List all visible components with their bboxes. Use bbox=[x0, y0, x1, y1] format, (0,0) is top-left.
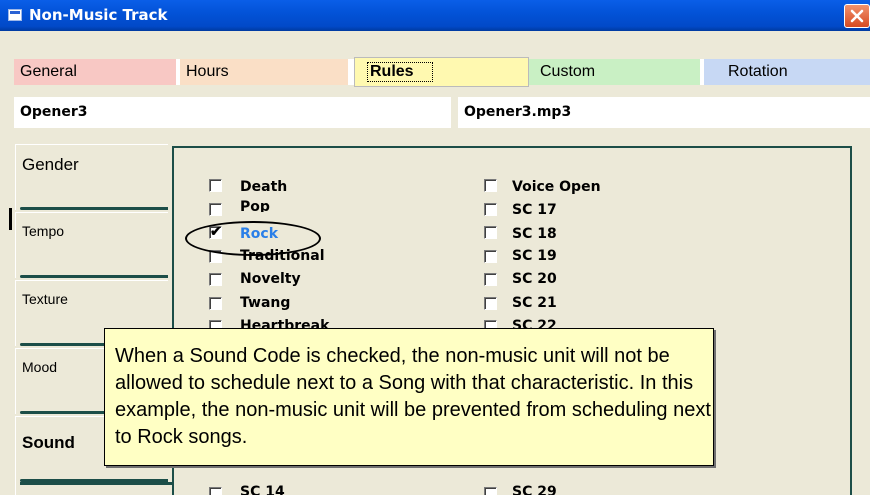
checkbox-sc-20[interactable] bbox=[484, 273, 504, 287]
tab-rotation[interactable]: Rotation bbox=[704, 59, 870, 85]
checkbox-label-novelty: Novelty bbox=[240, 271, 301, 287]
checkbox-box bbox=[484, 297, 497, 310]
checkbox-label-sc-18: SC 18 bbox=[512, 226, 557, 242]
checkbox-label-sc-19: SC 19 bbox=[512, 248, 557, 264]
checkbox-box bbox=[484, 273, 497, 286]
checkbox-death[interactable] bbox=[209, 179, 229, 193]
checkbox-label-sc-29: SC 29 bbox=[512, 484, 557, 495]
checkbox-box bbox=[484, 179, 497, 192]
checkbox-label-sc-14: SC 14 bbox=[240, 484, 285, 495]
track-filename-field[interactable]: Opener3.mp3 bbox=[458, 97, 870, 128]
checkbox-box bbox=[209, 179, 222, 192]
checkbox-box bbox=[484, 250, 497, 263]
title-bar[interactable]: Non-Music Track bbox=[0, 0, 870, 31]
tab-rules[interactable]: Rules bbox=[354, 57, 529, 87]
checkbox-sc-19[interactable] bbox=[484, 250, 504, 264]
tab-custom[interactable]: Custom bbox=[528, 59, 706, 85]
checkbox-box bbox=[209, 203, 222, 216]
checkbox-box bbox=[484, 203, 497, 216]
side-tab-tempo[interactable]: Tempo bbox=[15, 212, 168, 278]
checkbox-sc-29[interactable] bbox=[484, 487, 504, 495]
close-icon bbox=[850, 9, 864, 23]
checkbox-sc-18[interactable] bbox=[484, 226, 504, 240]
checkbox-box bbox=[484, 487, 497, 495]
explanation-callout: When a Sound Code is checked, the non-mu… bbox=[104, 328, 714, 466]
checkbox-label-twang: Twang bbox=[240, 295, 291, 311]
tab-general[interactable]: General bbox=[14, 59, 184, 85]
non-music-track-window: Non-Music Track General Hours Custom Rot… bbox=[0, 0, 870, 495]
checkbox-sc-14[interactable] bbox=[209, 487, 229, 495]
checkbox-pop[interactable] bbox=[209, 203, 229, 217]
checkbox-box bbox=[209, 273, 222, 286]
checkbox-sc-17[interactable] bbox=[484, 203, 504, 217]
checkbox-label-death: Death bbox=[240, 179, 288, 195]
cursor-marker bbox=[9, 208, 12, 230]
window-title: Non-Music Track bbox=[29, 6, 168, 24]
checkbox-voice-open[interactable] bbox=[484, 179, 504, 193]
checkbox-sc-21[interactable] bbox=[484, 297, 504, 311]
checkbox-label-sc-20: SC 20 bbox=[512, 271, 557, 287]
side-tab-divider bbox=[15, 482, 181, 495]
window-icon bbox=[8, 9, 22, 21]
tab-hours[interactable]: Hours bbox=[180, 59, 360, 85]
checkbox-label-sc-21: SC 21 bbox=[512, 295, 557, 311]
track-title-field[interactable]: Opener3 bbox=[14, 97, 451, 128]
checkbox-box bbox=[209, 487, 222, 495]
checkbox-box bbox=[209, 297, 222, 310]
checkbox-box bbox=[484, 226, 497, 239]
side-tab-gender[interactable]: Gender bbox=[15, 144, 168, 210]
checkbox-label-sc-17: SC 17 bbox=[512, 202, 557, 218]
checkbox-twang[interactable] bbox=[209, 297, 229, 311]
callout-text: When a Sound Code is checked, the non-mu… bbox=[115, 345, 711, 448]
checkbox-label-voice-open: Voice Open bbox=[512, 179, 601, 195]
highlight-ellipse bbox=[185, 221, 321, 256]
close-button[interactable] bbox=[844, 4, 870, 28]
checkbox-novelty[interactable] bbox=[209, 273, 229, 287]
tab-rules-label: Rules bbox=[367, 62, 433, 82]
